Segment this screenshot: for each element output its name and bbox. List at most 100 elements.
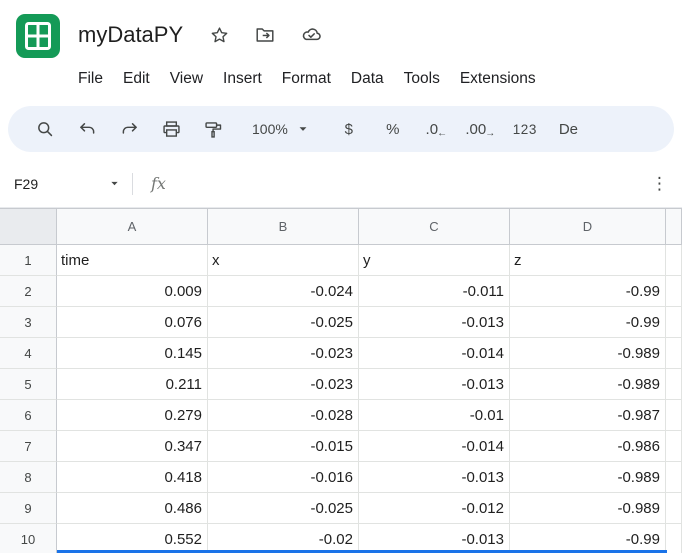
- cell[interactable]: 0.009: [57, 276, 208, 307]
- cell[interactable]: -0.989: [510, 462, 666, 493]
- cell[interactable]: 0.145: [57, 338, 208, 369]
- cell[interactable]: -0.989: [510, 493, 666, 524]
- formula-bar: F29 fx ⋮: [0, 160, 682, 208]
- cell[interactable]: y: [359, 245, 510, 276]
- arrow-left-icon: ←: [437, 128, 447, 139]
- menu-item-file[interactable]: File: [68, 64, 113, 94]
- toolbar: 100% $ % .0← .00→ 123 De: [8, 106, 674, 152]
- column-header-c[interactable]: C: [359, 209, 510, 245]
- cell[interactable]: -0.99: [510, 307, 666, 338]
- search-icon[interactable]: [24, 111, 66, 147]
- menu-item-edit[interactable]: Edit: [113, 64, 160, 94]
- cell[interactable]: [666, 307, 682, 338]
- sheets-logo-icon[interactable]: [16, 14, 60, 58]
- table-row: 70.347-0.015-0.014-0.986: [0, 431, 682, 462]
- cell[interactable]: [666, 524, 682, 553]
- cell[interactable]: [666, 245, 682, 276]
- name-box[interactable]: F29: [0, 160, 132, 207]
- row-number[interactable]: 1: [0, 245, 57, 276]
- formula-input[interactable]: fx: [151, 174, 166, 193]
- font-family-dropdown[interactable]: De: [559, 121, 578, 138]
- increase-decimal-button[interactable]: .00→: [459, 111, 503, 147]
- cell[interactable]: -0.023: [208, 369, 359, 400]
- redo-icon[interactable]: [108, 111, 150, 147]
- currency-format-button[interactable]: $: [327, 111, 371, 147]
- cell[interactable]: [666, 400, 682, 431]
- percent-format-button[interactable]: %: [371, 111, 415, 147]
- menu-item-insert[interactable]: Insert: [213, 64, 272, 94]
- cell[interactable]: -0.99: [510, 276, 666, 307]
- cell[interactable]: -0.025: [208, 307, 359, 338]
- cell[interactable]: -0.013: [359, 369, 510, 400]
- select-all-corner[interactable]: [0, 209, 57, 245]
- cell[interactable]: 0.279: [57, 400, 208, 431]
- table-row: 50.211-0.023-0.013-0.989: [0, 369, 682, 400]
- formula-bar-menu-icon[interactable]: ⋮: [651, 174, 668, 194]
- cell[interactable]: -0.01: [359, 400, 510, 431]
- cloud-saved-icon[interactable]: [300, 24, 323, 47]
- cell[interactable]: -0.025: [208, 493, 359, 524]
- cell[interactable]: -0.014: [359, 338, 510, 369]
- cell[interactable]: 0.211: [57, 369, 208, 400]
- cell[interactable]: 0.552: [57, 524, 208, 553]
- row-number[interactable]: 10: [0, 524, 57, 553]
- zoom-dropdown[interactable]: 100%: [242, 111, 319, 147]
- column-header-d[interactable]: D: [510, 209, 666, 245]
- more-formats-button[interactable]: 123: [503, 111, 547, 147]
- row-number[interactable]: 4: [0, 338, 57, 369]
- cell[interactable]: -0.013: [359, 524, 510, 553]
- row-number[interactable]: 8: [0, 462, 57, 493]
- menu-item-data[interactable]: Data: [341, 64, 394, 94]
- cell[interactable]: -0.989: [510, 369, 666, 400]
- cell[interactable]: -0.02: [208, 524, 359, 553]
- cell[interactable]: -0.014: [359, 431, 510, 462]
- row-number[interactable]: 6: [0, 400, 57, 431]
- cell[interactable]: [666, 369, 682, 400]
- cell[interactable]: time: [57, 245, 208, 276]
- star-icon[interactable]: [209, 25, 230, 46]
- column-header-partial[interactable]: [666, 209, 682, 245]
- cell[interactable]: x: [208, 245, 359, 276]
- cell[interactable]: -0.013: [359, 307, 510, 338]
- cell[interactable]: [666, 276, 682, 307]
- row-number[interactable]: 3: [0, 307, 57, 338]
- cell[interactable]: -0.023: [208, 338, 359, 369]
- cell[interactable]: -0.015: [208, 431, 359, 462]
- cell[interactable]: 0.347: [57, 431, 208, 462]
- cell[interactable]: -0.99: [510, 524, 666, 553]
- undo-icon[interactable]: [66, 111, 108, 147]
- menu-item-format[interactable]: Format: [272, 64, 341, 94]
- paint-format-icon[interactable]: [192, 111, 234, 147]
- cell[interactable]: -0.986: [510, 431, 666, 462]
- document-title[interactable]: myDataPY: [78, 22, 183, 48]
- decrease-decimal-button[interactable]: .0←: [415, 111, 459, 147]
- menu-item-extensions[interactable]: Extensions: [450, 64, 546, 94]
- cell[interactable]: -0.016: [208, 462, 359, 493]
- cell[interactable]: [666, 431, 682, 462]
- row-number[interactable]: 2: [0, 276, 57, 307]
- row-number[interactable]: 5: [0, 369, 57, 400]
- cell[interactable]: -0.028: [208, 400, 359, 431]
- menu-item-tools[interactable]: Tools: [394, 64, 450, 94]
- column-header-b[interactable]: B: [208, 209, 359, 245]
- cell[interactable]: 0.418: [57, 462, 208, 493]
- cell[interactable]: -0.989: [510, 338, 666, 369]
- cell[interactable]: 0.076: [57, 307, 208, 338]
- cell[interactable]: -0.987: [510, 400, 666, 431]
- cell[interactable]: -0.012: [359, 493, 510, 524]
- cell[interactable]: -0.013: [359, 462, 510, 493]
- menu-bar: FileEditViewInsertFormatDataToolsExtensi…: [68, 58, 546, 100]
- cell[interactable]: z: [510, 245, 666, 276]
- move-to-folder-icon[interactable]: [254, 24, 276, 46]
- cell[interactable]: -0.011: [359, 276, 510, 307]
- column-header-a[interactable]: A: [57, 209, 208, 245]
- cell[interactable]: -0.024: [208, 276, 359, 307]
- cell[interactable]: 0.486: [57, 493, 208, 524]
- cell[interactable]: [666, 338, 682, 369]
- cell[interactable]: [666, 462, 682, 493]
- print-icon[interactable]: [150, 111, 192, 147]
- row-number[interactable]: 9: [0, 493, 57, 524]
- row-number[interactable]: 7: [0, 431, 57, 462]
- menu-item-view[interactable]: View: [160, 64, 213, 94]
- cell[interactable]: [666, 493, 682, 524]
